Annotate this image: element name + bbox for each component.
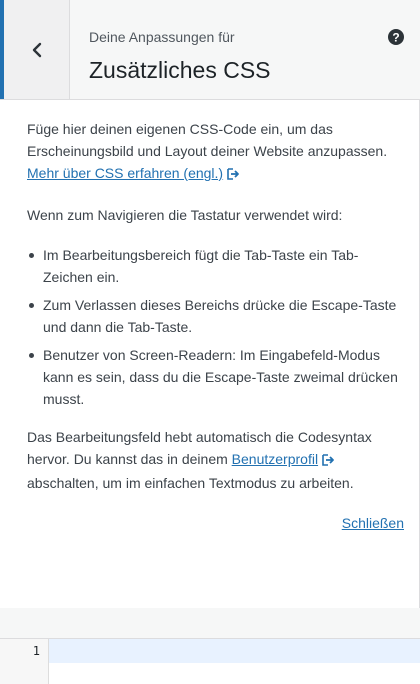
syntax-paragraph: Das Bearbeitungsfeld hebt automatisch di… <box>27 426 404 494</box>
page-title: Zusätzliches CSS <box>89 57 271 83</box>
editor-gutter: 1 <box>0 639 49 684</box>
keyboard-intro: Wenn zum Navigieren die Tastatur verwend… <box>27 207 343 223</box>
active-line[interactable] <box>49 639 420 663</box>
list-item: Zum Verlassen dieses Bereichs drücke die… <box>29 294 404 338</box>
profile-link[interactable]: Benutzerprofil <box>232 451 318 467</box>
section-divider <box>0 608 420 638</box>
list-item: Im Bearbeitungsbereich fügt die Tab-Tast… <box>29 244 404 288</box>
header-text: Deine Anpassungen für Zusätzliches CSS <box>89 28 271 84</box>
learn-css-link[interactable]: Mehr über CSS erfahren (engl.) <box>27 165 223 181</box>
css-editor[interactable]: 1 <box>0 638 420 684</box>
header-subtitle: Deine Anpassungen für <box>89 29 235 45</box>
help-icon: ? <box>386 29 406 51</box>
close-link[interactable]: Schließen <box>342 515 404 531</box>
syntax-text-after: abschalten, um im einfachen Textmodus zu… <box>27 475 354 491</box>
external-link-icon <box>322 450 336 472</box>
close-wrap: Schließen <box>27 512 404 534</box>
line-number: 1 <box>32 644 40 658</box>
intro-text: Füge hier deinen eigenen CSS-Code ein, u… <box>27 121 388 159</box>
keyboard-list: Im Bearbeitungsbereich fügt die Tab-Tast… <box>27 244 404 410</box>
panel-header: Deine Anpassungen für Zusätzliches CSS ? <box>0 0 420 100</box>
help-button[interactable]: ? <box>386 27 406 47</box>
svg-text:?: ? <box>392 31 399 45</box>
intro-paragraph: Füge hier deinen eigenen CSS-Code ein, u… <box>27 118 404 186</box>
help-content: Füge hier deinen eigenen CSS-Code ein, u… <box>0 100 420 608</box>
syntax-text-before: Das Bearbeitungsfeld hebt automatisch di… <box>27 429 372 467</box>
back-button[interactable] <box>0 0 70 99</box>
list-item: Benutzer von Screen-Readern: Im Eingabef… <box>29 344 404 410</box>
chevron-left-icon <box>31 42 43 58</box>
external-link-icon <box>227 164 241 186</box>
